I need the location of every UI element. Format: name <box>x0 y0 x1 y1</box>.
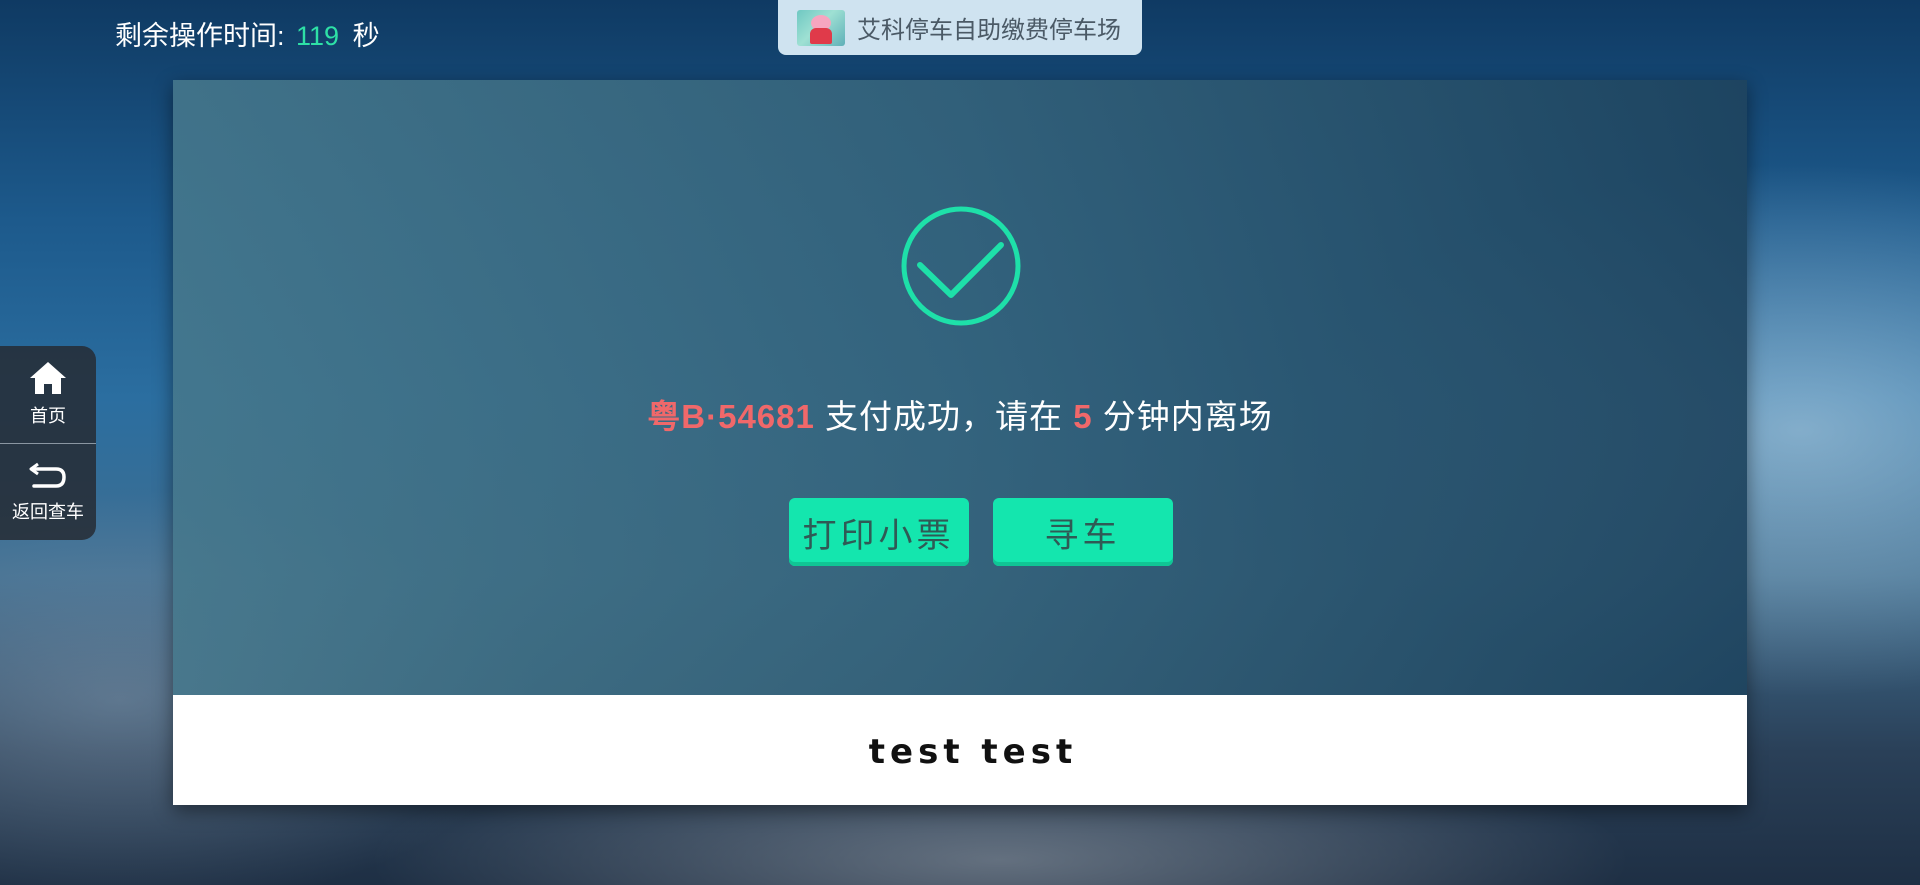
countdown-label: 剩余操作时间: <box>115 21 285 51</box>
footer-text: test test <box>868 732 1078 772</box>
find-car-button[interactable]: 寻车 <box>992 498 1173 566</box>
result-panel: 粤B·54681 支付成功，请在 5 分钟内离场 打印小票 寻车 <box>173 80 1747 695</box>
exit-text: 分钟内离场 <box>1102 398 1273 435</box>
countdown-value: 119 <box>296 21 340 51</box>
action-buttons: 打印小票 寻车 <box>173 498 1747 566</box>
home-icon <box>30 362 66 395</box>
home-button-label: 首页 <box>30 406 66 427</box>
home-button[interactable]: 首页 <box>0 346 96 443</box>
payment-success-message: 粤B·54681 支付成功，请在 5 分钟内离场 <box>173 390 1747 438</box>
check-circle-icon <box>901 206 1021 326</box>
success-text: 支付成功，请在 <box>825 398 1064 435</box>
exit-minutes: 5 <box>1073 398 1093 435</box>
back-to-search-button[interactable]: 返回查车 <box>0 442 96 541</box>
print-receipt-button[interactable]: 打印小票 <box>788 498 969 566</box>
countdown-unit: 秒 <box>352 21 380 51</box>
parking-lot-header: 艾科停车自助缴费停车场 <box>778 0 1142 55</box>
back-arrow-icon <box>29 462 66 488</box>
footer-banner: test test <box>173 695 1747 805</box>
side-dock: 首页 返回查车 <box>0 346 96 540</box>
lot-logo-icon <box>797 9 845 46</box>
back-button-label: 返回查车 <box>12 501 84 522</box>
lot-name: 艾科停车自助缴费停车场 <box>857 17 1121 44</box>
countdown-timer: 剩余操作时间: 119 秒 <box>115 18 380 54</box>
license-plate: 粤B·54681 <box>647 398 815 435</box>
payment-result-card: 粤B·54681 支付成功，请在 5 分钟内离场 打印小票 寻车 test te… <box>173 80 1747 805</box>
